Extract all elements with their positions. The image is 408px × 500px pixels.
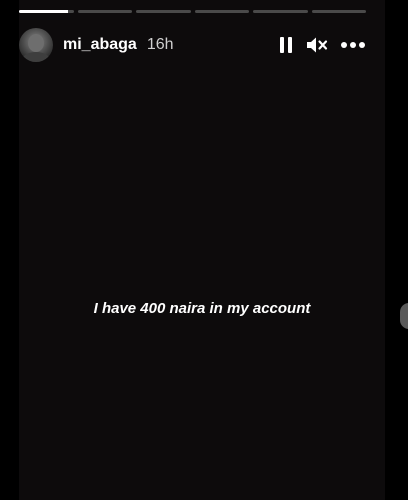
more-horizontal-icon	[341, 42, 365, 48]
timestamp: 16h	[146, 36, 174, 53]
mute-button[interactable]	[306, 36, 328, 54]
muted-speaker-icon	[307, 37, 328, 53]
more-button[interactable]	[340, 41, 366, 49]
story-viewer: mi_abaga 16h I have 400 naira in my acco…	[0, 0, 408, 500]
avatar-face	[28, 34, 44, 52]
avatar-shoulders	[22, 52, 50, 62]
story-header: mi_abaga 16h	[19, 28, 366, 62]
progress-segment-fill	[19, 10, 69, 13]
progress-segment	[77, 10, 132, 13]
next-story-button[interactable]	[400, 303, 408, 329]
story-caption: I have 400 naira in my account	[93, 300, 311, 317]
progress-segment	[194, 10, 249, 13]
story-progress-bar	[19, 10, 366, 13]
pause-button[interactable]	[278, 36, 294, 54]
username-link[interactable]: mi_abaga	[63, 36, 137, 54]
story-panel[interactable]	[19, 0, 385, 500]
progress-segment	[311, 10, 366, 13]
progress-segment	[19, 10, 74, 13]
progress-segment	[136, 10, 191, 13]
pause-icon	[280, 37, 292, 53]
progress-segment	[253, 10, 308, 13]
avatar[interactable]	[19, 28, 53, 62]
story-controls	[278, 36, 366, 54]
